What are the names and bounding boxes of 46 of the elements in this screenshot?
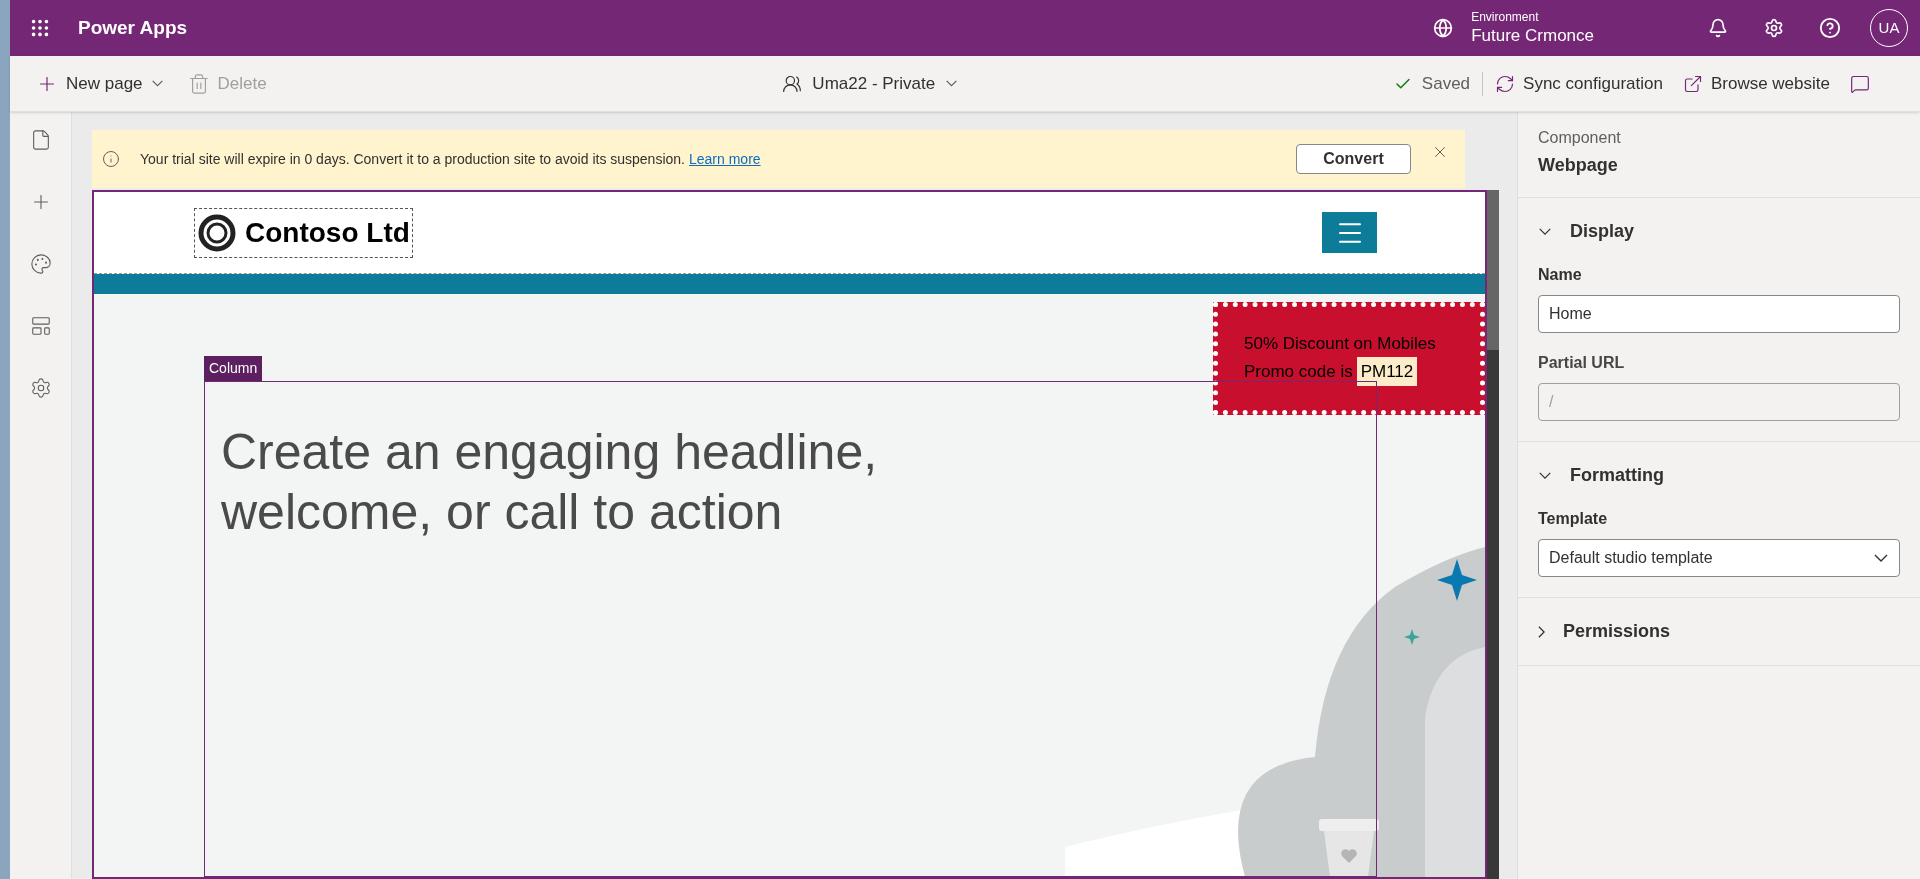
section-header[interactable]: Display (1538, 198, 1635, 245)
caret-icon (1873, 554, 1889, 562)
input-field[interactable]: Home (1538, 295, 1900, 333)
toolbar-button[interactable]: Sync configuration (1495, 70, 1663, 97)
trash-icon (187, 72, 210, 95)
refresh-icon (1495, 73, 1516, 94)
section-header[interactable]: Permissions (1538, 598, 1671, 645)
globe-icon (1433, 18, 1454, 38)
banner-message: Your trial site will expire in 0 days. Convert it to a production site to avoid its suspension. (140, 149, 685, 169)
caret-icon (945, 80, 959, 87)
settings-icon (29, 377, 52, 399)
logo-text: Contoso Ltd (245, 215, 410, 250)
info-icon (102, 150, 120, 168)
promo-code: PM112 (1356, 356, 1418, 386)
field-label: Partial URL (1538, 353, 1626, 373)
promo-text: Promo code is (1244, 360, 1353, 383)
template-dropdown[interactable]: Default studio template (1538, 539, 1900, 577)
chat-icon (1850, 73, 1870, 94)
component-label: Component (1538, 128, 1622, 148)
convert-button[interactable]: Convert (1296, 144, 1411, 174)
caret-icon (150, 80, 164, 87)
field-label: Name (1538, 265, 1583, 285)
saved-status: Saved (1421, 72, 1471, 95)
feedback-button[interactable] (1850, 73, 1870, 94)
chevron-down-icon (1538, 472, 1552, 479)
chevron-right-icon (1538, 624, 1545, 639)
promo-text: 50% Discount on Mobiles (1244, 333, 1437, 355)
headline-line: Create an engaging headline, (221, 423, 879, 482)
layout-icon (29, 315, 52, 337)
command-button[interactable]: New page (36, 70, 164, 97)
learn-more-link[interactable]: Learn more (689, 148, 761, 170)
app-title: Power Apps (78, 15, 188, 40)
field-label: Template (1538, 509, 1609, 529)
toolbar-button[interactable]: Browse website (1682, 70, 1830, 97)
environment-label: Environment (1471, 9, 1540, 25)
palette-icon (29, 253, 52, 275)
environment-name[interactable]: Future Crmonce (1471, 24, 1594, 47)
column-tag: Column (204, 356, 263, 381)
chevron-down-icon (1538, 228, 1552, 235)
headline-line: welcome, or call to action (221, 483, 784, 542)
component-name: Webpage (1538, 154, 1619, 177)
logo-icon (197, 212, 237, 253)
site-selector[interactable]: Uma22 - Private (782, 70, 959, 97)
menu-button[interactable] (1322, 212, 1377, 253)
external-link-icon (1682, 73, 1703, 94)
section-header[interactable]: Formatting (1538, 442, 1664, 489)
